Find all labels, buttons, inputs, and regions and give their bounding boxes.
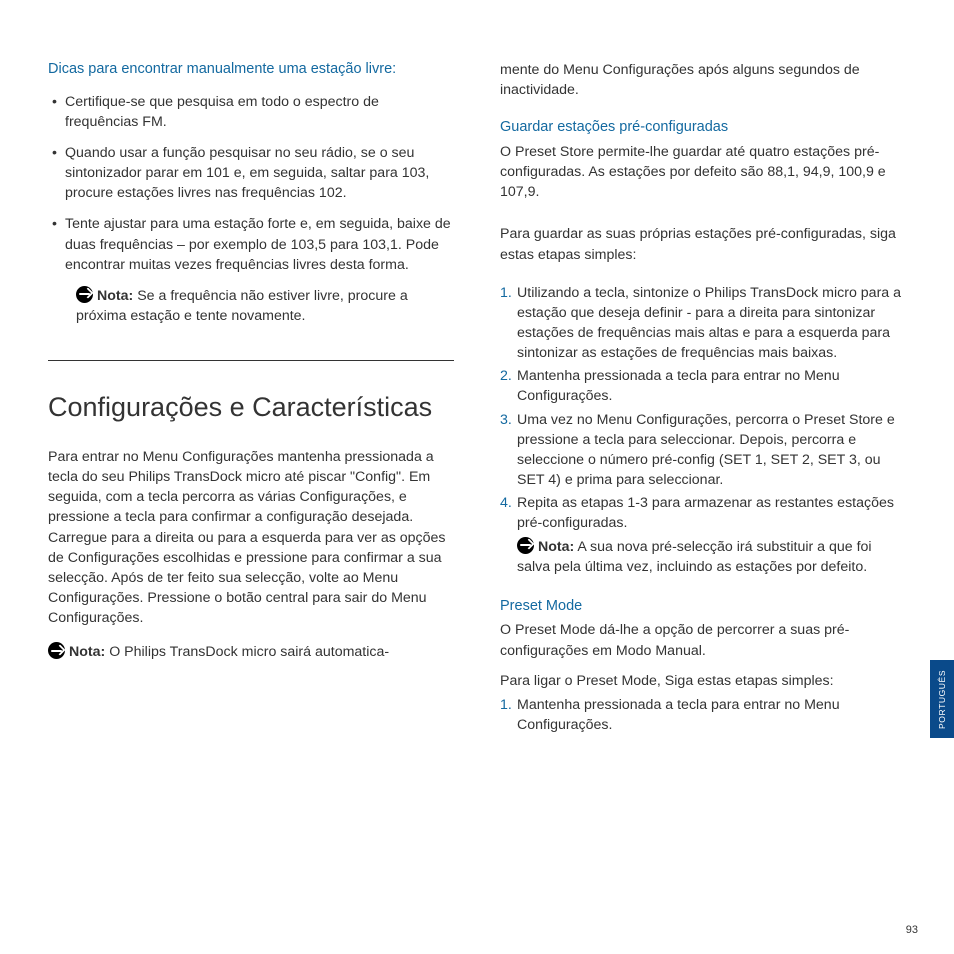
preset-steps: 1.Utilizando a tecla, sintonize o Philip… [500,283,906,534]
note-label: Nota: [97,288,133,304]
mode-follow: Para ligar o Preset Mode, Siga estas eta… [500,671,906,691]
step-item: 3.Uma vez no Menu Configurações, percorr… [500,410,906,491]
step-text: Repita as etapas 1-3 para armazenar as r… [517,495,894,531]
step-item: 4.Repita as etapas 1-3 para armazenar as… [500,493,906,533]
note-icon [517,537,534,554]
left-column: Dicas para encontrar manualmente uma est… [48,60,454,738]
page-number: 93 [906,924,918,936]
spacer [500,577,906,597]
right-column: mente do Menu Configurações após alguns … [500,60,906,738]
note-body: O Philips TransDock micro sairá automati… [109,644,389,660]
step-number: 3. [500,410,512,430]
step-text: Mantenha pressionada a tecla para entrar… [517,697,840,733]
tips-heading: Dicas para encontrar manualmente uma est… [48,60,454,80]
step-text: Uma vez no Menu Configurações, percorra … [517,412,895,488]
note-icon [48,642,65,659]
tips-item: Tente ajustar para uma estação forte e, … [50,214,454,274]
step-text: Mantenha pressionada a tecla para entrar… [517,368,840,404]
mode-intro: O Preset Mode dá-lhe a opção de percorre… [500,620,906,660]
preset-mode-heading: Preset Mode [500,597,906,617]
tips-list: Certifique-se que pesquisa em todo o esp… [48,92,454,275]
mode-steps: 1.Mantenha pressionada a tecla para entr… [500,695,906,735]
section-title: Configurações e Características [48,391,454,425]
step-number: 1. [500,283,512,303]
step-number: 1. [500,695,512,715]
step-item: 2.Mantenha pressionada a tecla para entr… [500,366,906,406]
tips-item: Certifique-se que pesquisa em todo o esp… [50,92,454,132]
preset-store-heading: Guardar estações pré-configuradas [500,118,906,138]
note-label: Nota: [538,539,574,555]
tips-item: Quando usar a função pesquisar no seu rá… [50,143,454,203]
section-divider [48,360,454,361]
continuation-paragraph: mente do Menu Configurações após alguns … [500,60,906,100]
step-text: Utilizando a tecla, sintonize o Philips … [517,285,901,361]
note-label: Nota: [69,644,109,660]
preset-follow: Para guardar as suas próprias estações p… [500,224,906,264]
language-tab: PORTUGUÊS [930,660,954,738]
step-number: 4. [500,493,512,513]
step-number: 2. [500,366,512,386]
intro-paragraph: Para entrar no Menu Configurações manten… [48,447,454,628]
note-block: Nota: Se a frequência não estiver livre,… [48,286,454,326]
page-content: Dicas para encontrar manualmente uma est… [0,0,954,778]
step-item: 1.Mantenha pressionada a tecla para entr… [500,695,906,735]
steps-note: Nota: A sua nova pré-selecção irá substi… [500,537,906,577]
step-item: 1.Utilizando a tecla, sintonize o Philip… [500,283,906,364]
note-icon [76,286,93,303]
note-block-2: Nota: O Philips TransDock micro sairá au… [48,642,454,662]
preset-intro: O Preset Store permite-lhe guardar até q… [500,142,906,202]
